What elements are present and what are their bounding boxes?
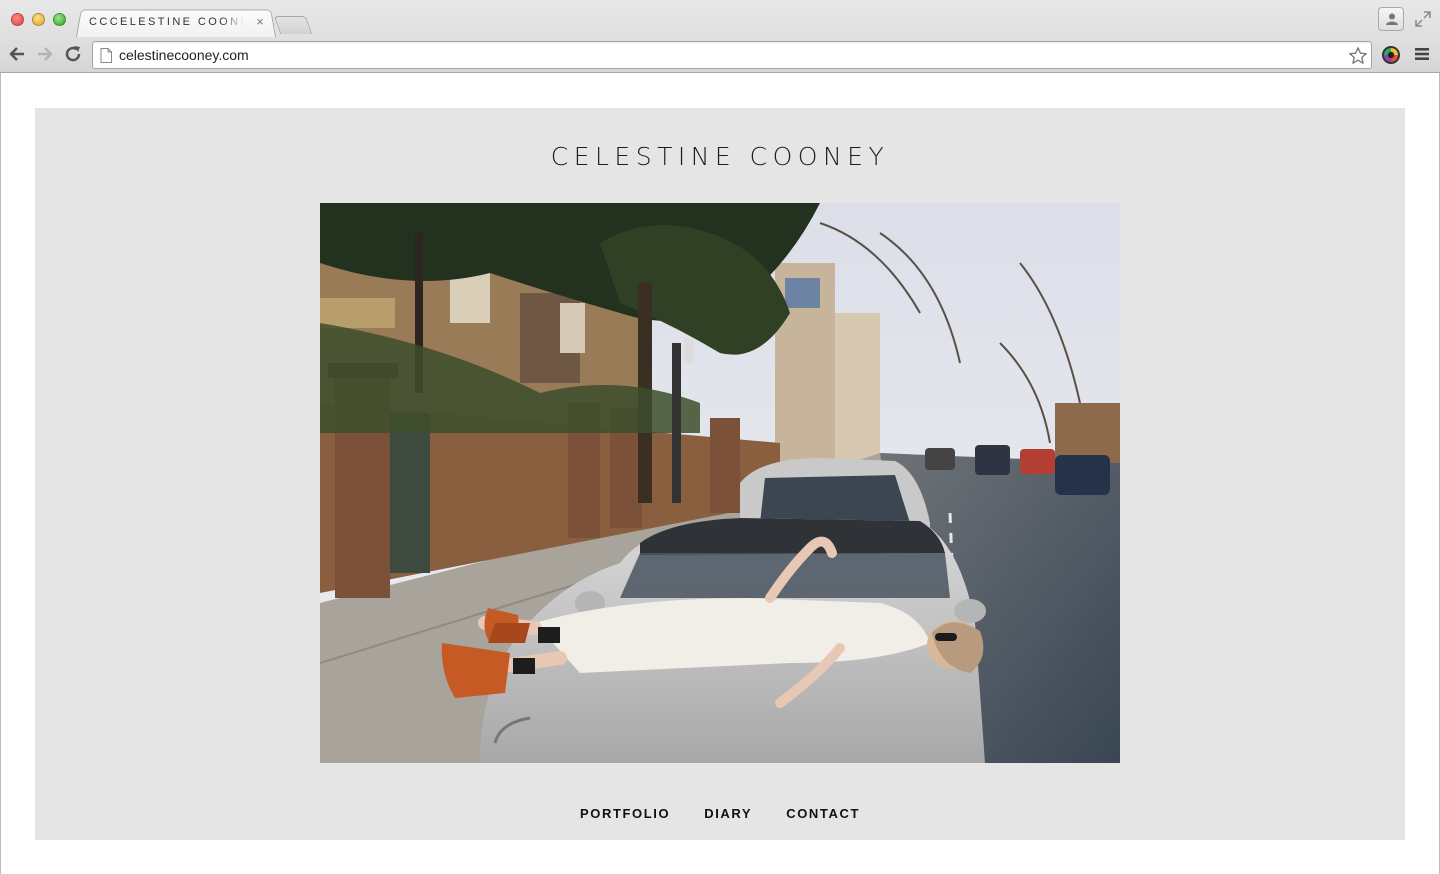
new-tab-button[interactable] (273, 16, 313, 34)
profile-icon (1386, 13, 1398, 25)
zoom-window-button[interactable] (53, 13, 66, 26)
hero-photo-illustration (320, 203, 1120, 763)
site-container: CELESTINE COONEY PORTFOLIO DIARY CONTACT (35, 108, 1405, 840)
nav-contact-link[interactable]: CONTACT (786, 806, 860, 821)
tab-close-icon[interactable]: × (254, 15, 266, 29)
fullscreen-icon[interactable] (1414, 10, 1432, 28)
back-arrow-icon[interactable] (7, 44, 27, 64)
nav-portfolio-link[interactable]: PORTFOLIO (580, 806, 670, 821)
star-icon[interactable] (1348, 46, 1368, 66)
main-nav: PORTFOLIO DIARY CONTACT (35, 806, 1405, 821)
url-text: celestinecooney.com (119, 47, 249, 63)
nav-diary-link[interactable]: DIARY (704, 806, 752, 821)
tab-title: CCCELESTINE COONEY (89, 16, 244, 28)
site-title[interactable]: CELESTINE COONEY (35, 142, 1405, 171)
forward-arrow-icon[interactable] (35, 44, 55, 64)
browser-chrome: CCCELESTINE COONEY × celestinecooney.com (0, 0, 1440, 73)
window-controls (11, 13, 66, 26)
hero-photo[interactable] (320, 203, 1120, 763)
color-wheel-extension-icon[interactable] (1381, 45, 1401, 65)
close-window-button[interactable] (11, 13, 24, 26)
page-icon (100, 48, 112, 63)
minimize-window-button[interactable] (32, 13, 45, 26)
hamburger-menu-icon[interactable] (1414, 46, 1430, 62)
window-border (0, 73, 1, 874)
profile-button[interactable] (1378, 7, 1404, 31)
address-bar[interactable]: celestinecooney.com (92, 41, 1372, 69)
reload-icon[interactable] (63, 44, 83, 64)
